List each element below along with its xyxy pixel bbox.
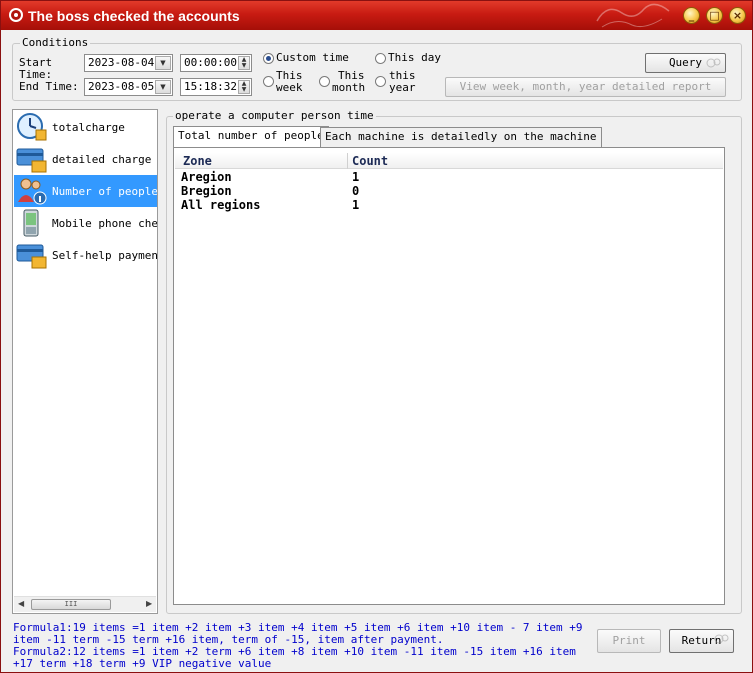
title-decoration-icon xyxy=(596,3,670,28)
title-bar[interactable]: The boss checked the accounts _ □ × xyxy=(1,1,752,30)
this-week-radio[interactable] xyxy=(263,76,274,87)
custom-time-label[interactable]: Custom time xyxy=(276,51,349,64)
close-button[interactable]: × xyxy=(729,7,746,24)
column-separator xyxy=(347,153,348,169)
start-date-value: 2023-08-04 xyxy=(88,56,155,69)
this-year-label-line2[interactable]: year xyxy=(389,81,416,94)
end-date-dropdown-icon[interactable]: ▼ xyxy=(155,80,171,94)
formula2-line2: +17 term +18 term +9 VIP negative value xyxy=(13,657,272,670)
window-title: The boss checked the accounts xyxy=(28,8,240,24)
people-count-table[interactable]: Zone Count Aregion 1 Bregion 0 All regio… xyxy=(173,147,725,605)
scroll-right-icon[interactable]: ▶ xyxy=(146,599,152,608)
print-button-label: Print xyxy=(612,634,646,647)
maximize-button[interactable]: □ xyxy=(706,7,723,24)
this-day-radio[interactable] xyxy=(375,53,386,64)
query-button[interactable]: Query xyxy=(645,53,726,73)
end-time-picker[interactable]: 15:18:32 ▲ ▼ xyxy=(180,78,252,96)
nav-item-number-of-people[interactable]: Number of people o xyxy=(14,175,157,207)
scroll-left-icon[interactable]: ◀ xyxy=(18,599,24,608)
column-header-count[interactable]: Count xyxy=(352,154,388,168)
end-time-spin-icon[interactable]: ▲ ▼ xyxy=(238,80,250,94)
mobile-phone-icon xyxy=(23,209,39,237)
nav-item-label: Mobile phone check xyxy=(52,217,157,230)
view-detailed-report-label: View week, month, year detailed report xyxy=(459,80,712,93)
table-row[interactable]: Aregion 1 xyxy=(175,170,723,184)
print-button[interactable]: Print xyxy=(597,629,661,653)
app-window: The boss checked the accounts _ □ × Cond… xyxy=(0,0,753,673)
table-row[interactable]: Bregion 0 xyxy=(175,184,723,198)
table-header: Zone Count xyxy=(175,153,723,169)
card-coins-icon xyxy=(16,148,47,173)
clock-coins-icon xyxy=(17,113,47,141)
minimize-button[interactable]: _ xyxy=(683,7,700,24)
person-time-caption: operate a computer person time xyxy=(173,109,376,122)
nav-item-label: totalcharge xyxy=(52,121,125,134)
tab-label: Total number of people xyxy=(178,129,324,142)
nav-horizontal-scrollbar[interactable]: ◀ III ▶ xyxy=(14,596,156,612)
nav-item-self-help-payment[interactable]: Self-help payment xyxy=(14,239,157,271)
column-header-zone[interactable]: Zone xyxy=(183,154,212,168)
view-detailed-report-button[interactable]: View week, month, year detailed report xyxy=(445,77,726,97)
start-time-picker[interactable]: 00:00:00 ▲ ▼ xyxy=(180,54,252,72)
start-time-spin-icon[interactable]: ▲ ▼ xyxy=(238,56,250,70)
nav-item-label: detailed charge xyxy=(52,153,152,166)
this-week-label-line2[interactable]: week xyxy=(276,81,303,94)
end-time-value: 15:18:32 xyxy=(184,80,237,93)
nav-item-label: Self-help payment xyxy=(52,249,157,262)
count-cell: 1 xyxy=(352,170,360,184)
start-date-picker[interactable]: 2023-08-04 ▼ xyxy=(84,54,173,72)
custom-time-radio[interactable] xyxy=(263,53,274,64)
end-date-value: 2023-08-05 xyxy=(88,80,155,93)
table-row[interactable]: All regions 1 xyxy=(175,198,723,212)
zone-cell: Bregion xyxy=(181,184,232,198)
app-icon xyxy=(9,8,23,22)
end-time-label: End Time: xyxy=(19,80,79,93)
nav-item-mobile-phone-check[interactable]: Mobile phone check xyxy=(14,207,157,239)
tab-total-number-of-people[interactable]: Total number of people xyxy=(173,126,329,147)
scroll-thumb[interactable]: III xyxy=(31,599,111,610)
conditions-caption: Conditions xyxy=(20,36,91,49)
this-month-label-line2[interactable]: month xyxy=(332,81,365,94)
this-year-radio[interactable] xyxy=(375,76,386,87)
zone-cell: Aregion xyxy=(181,170,232,184)
nav-item-totalcharge[interactable]: totalcharge xyxy=(14,111,157,143)
card-coins-icon xyxy=(16,244,47,269)
query-button-label: Query xyxy=(668,56,703,69)
start-date-dropdown-icon[interactable]: ▼ xyxy=(155,56,171,70)
tab-label: Each machine is detailedly on the machin… xyxy=(325,130,597,143)
end-date-picker[interactable]: 2023-08-05 ▼ xyxy=(84,78,173,96)
this-month-radio[interactable] xyxy=(319,76,330,87)
nav-item-detailed-charge[interactable]: detailed charge xyxy=(14,143,157,175)
zone-cell: All regions xyxy=(181,198,261,212)
tab-each-machine[interactable]: Each machine is detailedly on the machin… xyxy=(320,127,602,147)
count-cell: 0 xyxy=(352,184,360,198)
nav-item-label: Number of people o xyxy=(52,185,157,198)
start-time-value: 00:00:00 xyxy=(184,56,237,69)
this-day-label[interactable]: This day xyxy=(388,51,441,64)
report-nav-list[interactable]: totalcharge detailed charge Number of pe… xyxy=(12,109,158,614)
swirl-decoration-icon xyxy=(714,634,729,644)
return-button[interactable]: Return xyxy=(669,629,734,653)
count-cell: 1 xyxy=(352,198,360,212)
swirl-decoration-icon xyxy=(706,58,721,68)
people-info-icon xyxy=(18,178,47,205)
